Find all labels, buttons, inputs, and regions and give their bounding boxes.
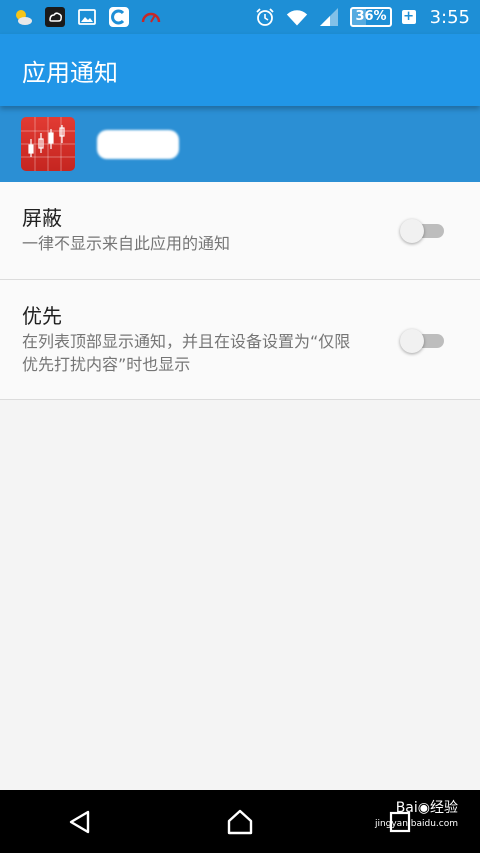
home-button[interactable] <box>210 797 270 847</box>
back-button[interactable] <box>50 797 110 847</box>
action-bar: 应用通知 <box>0 34 480 106</box>
status-bar-system: 36% + 3:55 <box>254 6 470 28</box>
block-toggle[interactable] <box>400 219 446 243</box>
gallery-icon <box>76 6 98 28</box>
cloud-app-icon <box>44 6 66 28</box>
app-header: ▬▬▬ <box>0 106 480 182</box>
weather-icon <box>12 6 34 28</box>
status-bar-notifications <box>12 6 162 28</box>
stock-chart-app-icon <box>21 117 75 171</box>
toggle-thumb <box>400 329 424 353</box>
settings-list: 屏蔽 一律不显示来自此应用的通知 优先 在列表顶部显示通知，并且在设备设置为“仅… <box>0 182 480 790</box>
watermark-url: jingyan.baidu.com <box>374 819 458 829</box>
battery-percent: 36% <box>355 9 387 24</box>
baidu-watermark: Bai◉经验 jingyan.baidu.com <box>375 800 458 832</box>
setting-block[interactable]: 屏蔽 一律不显示来自此应用的通知 <box>0 182 480 280</box>
setting-title: 优先 <box>22 304 62 328</box>
app-name-redacted: ▬▬▬ <box>97 129 180 159</box>
speedometer-icon <box>140 6 162 28</box>
wifi-icon <box>286 6 308 28</box>
setting-title: 屏蔽 <box>22 206 62 230</box>
back-icon <box>69 810 90 833</box>
setting-description: 在列表顶部显示通知，并且在设备设置为“仅限优先打扰内容”时也显示 <box>22 332 351 374</box>
priority-toggle[interactable] <box>400 329 446 353</box>
clock: 3:55 <box>429 6 470 28</box>
home-icon <box>227 809 253 834</box>
page-title: 应用通知 <box>22 58 118 87</box>
alarm-icon <box>254 6 276 28</box>
setting-description: 一律不显示来自此应用的通知 <box>22 234 231 253</box>
setting-priority[interactable]: 优先 在列表顶部显示通知，并且在设备设置为“仅限优先打扰内容”时也显示 <box>0 280 480 400</box>
watermark-brand: Bai◉经验 <box>395 800 458 816</box>
signal-icon <box>318 6 340 28</box>
toggle-thumb <box>400 219 424 243</box>
status-bar: 36% + 3:55 <box>0 0 480 34</box>
browser-c-icon <box>108 6 130 28</box>
battery-icon: 36% <box>350 7 392 27</box>
charging-icon: + <box>401 9 416 24</box>
